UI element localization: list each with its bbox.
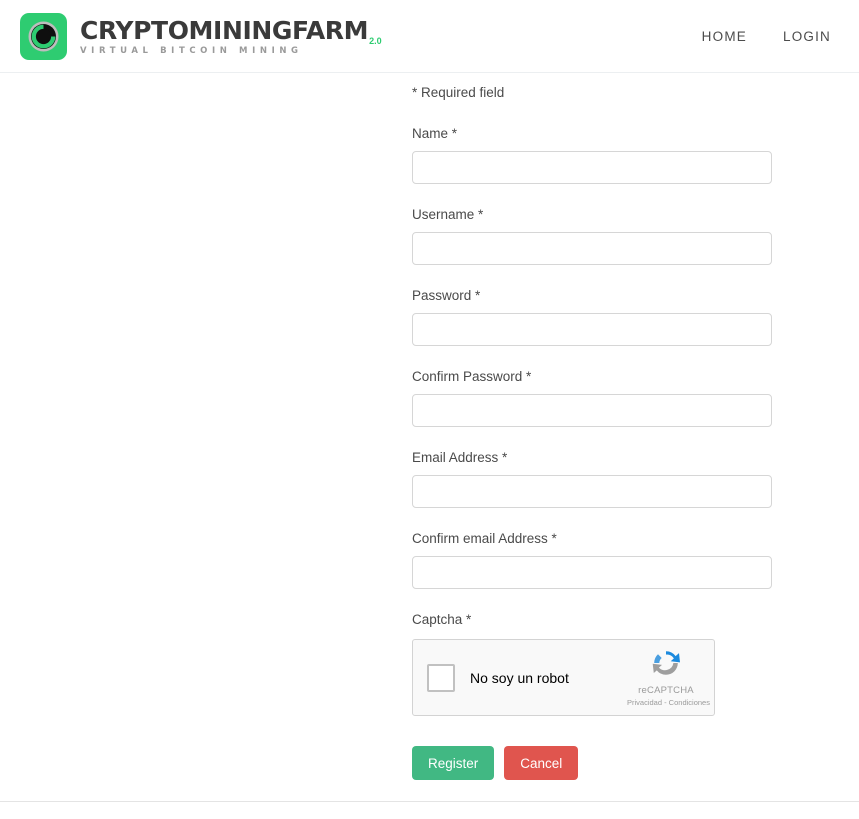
recaptcha-brand-name: reCAPTCHA bbox=[638, 685, 694, 696]
label-confirm-email: Confirm email Address * bbox=[412, 531, 557, 546]
site-header: CRYPTOMININGFARM2.0 VIRTUAL BITCOIN MINI… bbox=[0, 0, 859, 73]
cancel-button[interactable]: Cancel bbox=[504, 746, 579, 780]
recaptcha-widget[interactable]: No soy un robot reCAPTCHA Privacidad - C… bbox=[412, 639, 715, 716]
username-input[interactable] bbox=[412, 232, 772, 265]
email-input[interactable] bbox=[412, 475, 772, 508]
field-captcha: Captcha * No soy un robot reCAPTCHA Priv… bbox=[412, 612, 772, 716]
brand-name: CRYPTOMININGFARM bbox=[80, 15, 369, 45]
name-input[interactable] bbox=[412, 151, 772, 184]
field-username: Username * bbox=[412, 207, 772, 265]
circle-emblem-icon bbox=[20, 12, 67, 60]
label-name: Name * bbox=[412, 126, 458, 141]
field-confirm-password: Confirm Password * bbox=[412, 369, 772, 427]
label-username: Username * bbox=[412, 207, 484, 222]
label-captcha: Captcha * bbox=[412, 612, 472, 627]
brand-version: 2.0 bbox=[369, 35, 382, 46]
nav-link-home[interactable]: HOME bbox=[702, 29, 747, 44]
main-nav: HOME LOGIN bbox=[702, 29, 831, 44]
field-password: Password * bbox=[412, 288, 772, 346]
label-confirm-password: Confirm Password * bbox=[412, 369, 532, 384]
page-body: * Required field Name * Username * Passw… bbox=[0, 73, 859, 810]
confirm-email-input[interactable] bbox=[412, 556, 772, 589]
register-button[interactable]: Register bbox=[412, 746, 495, 780]
recaptcha-branding: reCAPTCHA Privacidad - Condiciones bbox=[627, 647, 710, 707]
nav-link-login[interactable]: LOGIN bbox=[783, 29, 831, 44]
label-email: Email Address * bbox=[412, 450, 508, 465]
field-confirm-email: Confirm email Address * bbox=[412, 531, 772, 589]
password-input[interactable] bbox=[412, 313, 772, 346]
field-email: Email Address * bbox=[412, 450, 772, 508]
recaptcha-legal-links[interactable]: Privacidad - Condiciones bbox=[627, 698, 710, 707]
site-footer bbox=[0, 801, 859, 810]
recaptcha-checkbox[interactable] bbox=[427, 663, 455, 692]
recaptcha-checkbox-label: No soy un robot bbox=[470, 669, 569, 686]
field-name: Name * bbox=[412, 126, 772, 184]
form-actions: Register Cancel bbox=[412, 746, 772, 780]
brand-tagline: VIRTUAL BITCOIN MINING bbox=[80, 45, 303, 56]
confirm-password-input[interactable] bbox=[412, 394, 772, 427]
brand-logo-link[interactable]: CRYPTOMININGFARM2.0 VIRTUAL BITCOIN MINI… bbox=[20, 12, 382, 60]
brand-wordmark: CRYPTOMININGFARM2.0 VIRTUAL BITCOIN MINI… bbox=[80, 15, 382, 56]
label-password: Password * bbox=[412, 288, 481, 303]
recaptcha-arrows-icon bbox=[627, 647, 705, 684]
registration-form: * Required field Name * Username * Passw… bbox=[412, 85, 772, 780]
required-field-note: * Required field bbox=[412, 85, 505, 100]
